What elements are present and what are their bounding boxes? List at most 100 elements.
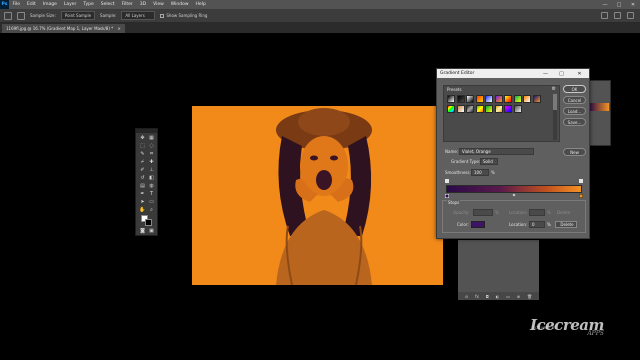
eraser-tool-icon[interactable]: ◧ (148, 175, 155, 181)
photoshop-logo[interactable]: Ps (0, 0, 9, 9)
load-button[interactable]: Load... (563, 107, 586, 115)
link-layers-icon[interactable]: ⊝ (465, 294, 468, 299)
preset-swatch[interactable] (513, 95, 522, 103)
show-sampling-ring-option[interactable]: Show Sampling Ring (160, 13, 207, 18)
shape-tool-icon[interactable]: ▭ (148, 199, 155, 205)
color-stop-left[interactable] (444, 193, 450, 199)
maximize-button[interactable]: □ (612, 0, 626, 9)
presets-scroll-thumb[interactable] (553, 94, 557, 110)
type-tool-icon[interactable]: T (148, 191, 155, 197)
show-sampling-ring-checkbox[interactable] (160, 14, 165, 18)
marquee-tool-icon[interactable]: ⬚ (139, 143, 146, 149)
preset-swatch[interactable] (466, 95, 474, 103)
eyedropper-icon[interactable]: ⌿ (139, 159, 146, 165)
path-select-icon[interactable]: ➤ (139, 199, 146, 205)
preset-swatch[interactable] (523, 95, 531, 103)
menu-view[interactable]: View (150, 2, 168, 7)
close-button[interactable]: ✕ (626, 0, 640, 9)
sample-dropdown[interactable]: All Layers (121, 11, 156, 20)
menu-help[interactable]: Help (192, 2, 209, 7)
artboard-tool-icon[interactable]: ▦ (148, 135, 155, 141)
properties-gradient-preview[interactable] (589, 103, 609, 111)
preset-swatch[interactable] (485, 95, 493, 103)
menu-image[interactable]: Image (39, 2, 60, 7)
cancel-button[interactable]: Cancel (563, 96, 586, 104)
tools-panel-header[interactable] (136, 129, 157, 133)
menu-edit[interactable]: Edit (24, 2, 40, 7)
preset-swatch[interactable] (494, 104, 503, 113)
preset-swatch[interactable] (466, 104, 474, 113)
document-tab[interactable]: 1169fl.jpg @ 16.7% (Gradient Map 1, Laye… (2, 24, 125, 33)
brush-tool-icon[interactable]: ✐ (139, 167, 146, 173)
save-button[interactable]: Save... (563, 118, 586, 126)
history-brush-icon[interactable]: ↺ (139, 175, 146, 181)
dialog-titlebar[interactable]: Gradient Editor — □ ✕ (437, 69, 589, 78)
dialog-minimize-button[interactable]: — (540, 69, 551, 78)
quick-select-tool-icon[interactable]: ✎ (139, 151, 146, 157)
midpoint-diamond[interactable] (512, 193, 516, 197)
opacity-delete-button[interactable]: Delete (557, 210, 570, 215)
delete-layer-icon[interactable]: 🗑 (527, 294, 532, 299)
hand-tool-icon[interactable]: ✋ (139, 207, 146, 213)
gradient-tool-icon[interactable]: ▤ (139, 183, 146, 189)
menu-window[interactable]: Window (167, 2, 192, 7)
menu-select[interactable]: Select (97, 2, 118, 7)
delete-button[interactable]: Delete (555, 221, 577, 228)
opacity-location-input[interactable] (529, 209, 545, 216)
pen-tool-icon[interactable]: ✒ (139, 191, 146, 197)
move-tool-icon[interactable]: ✥ (139, 135, 146, 141)
color-swatch[interactable] (471, 221, 485, 228)
new-group-icon[interactable]: ▭ (506, 294, 510, 299)
gear-icon[interactable]: ⚙ (552, 86, 556, 92)
sample-size-dropdown[interactable]: Point Sample (60, 11, 96, 20)
crop-tool-icon[interactable]: ⌗ (148, 151, 155, 157)
opacity-stop-right[interactable] (579, 179, 583, 183)
preset-swatch[interactable] (494, 95, 503, 103)
new-layer-icon[interactable]: ⊕ (517, 294, 520, 299)
preset-swatch[interactable] (504, 104, 512, 113)
location-input[interactable]: 0 (529, 221, 545, 228)
layer-style-icon[interactable]: fx (475, 294, 479, 299)
name-input[interactable]: Violet, Orange (459, 148, 534, 155)
menu-filter[interactable]: Filter (118, 2, 136, 7)
gradient-type-dropdown[interactable]: Solid (480, 158, 498, 165)
opacity-input[interactable] (473, 209, 493, 216)
dialog-maximize-button[interactable]: □ (556, 69, 567, 78)
preset-swatch[interactable] (504, 95, 512, 103)
menu-type[interactable]: Type (80, 2, 97, 7)
preset-swatch[interactable] (475, 104, 484, 113)
screen-mode-icon[interactable]: ▣ (148, 228, 155, 234)
dialog-close-button[interactable]: ✕ (574, 69, 585, 78)
preset-swatch[interactable] (456, 104, 465, 113)
clone-stamp-icon[interactable]: ⊥ (148, 167, 155, 173)
eyedropper-tool-icon[interactable] (17, 11, 25, 20)
document-tab-close[interactable]: × (117, 26, 120, 31)
blur-tool-icon[interactable]: ◍ (148, 183, 155, 189)
smoothness-input[interactable]: 100 (471, 169, 489, 176)
background-color-swatch[interactable] (145, 219, 152, 226)
gradient-preview-bar[interactable] (446, 185, 582, 193)
preset-swatch[interactable] (485, 104, 493, 113)
quick-mask-icon[interactable]: ◙ (139, 228, 146, 234)
ok-button[interactable]: OK (563, 85, 586, 93)
preset-swatch[interactable] (447, 104, 455, 113)
lasso-tool-icon[interactable]: ◌ (148, 143, 155, 149)
opacity-stop-left[interactable] (445, 179, 449, 183)
search-icon[interactable] (601, 12, 608, 19)
home-icon[interactable] (4, 11, 12, 20)
layer-mask-icon[interactable]: ◘ (486, 294, 489, 299)
preset-swatch[interactable] (447, 95, 455, 103)
preset-swatch[interactable] (475, 95, 484, 103)
adjustment-layer-icon[interactable]: ◐ (496, 294, 500, 299)
share-icon[interactable] (627, 12, 634, 19)
color-stop-right[interactable] (578, 193, 584, 199)
preset-swatch[interactable] (532, 95, 541, 103)
menu-3d[interactable]: 3D (136, 2, 149, 7)
menu-layer[interactable]: Layer (60, 2, 80, 7)
preset-swatch[interactable] (513, 104, 522, 113)
minimize-button[interactable]: — (598, 0, 612, 9)
new-button[interactable]: New (563, 148, 586, 156)
menu-file[interactable]: File (9, 2, 24, 7)
preset-swatch[interactable] (456, 95, 465, 103)
workspace-icon[interactable] (614, 12, 621, 19)
